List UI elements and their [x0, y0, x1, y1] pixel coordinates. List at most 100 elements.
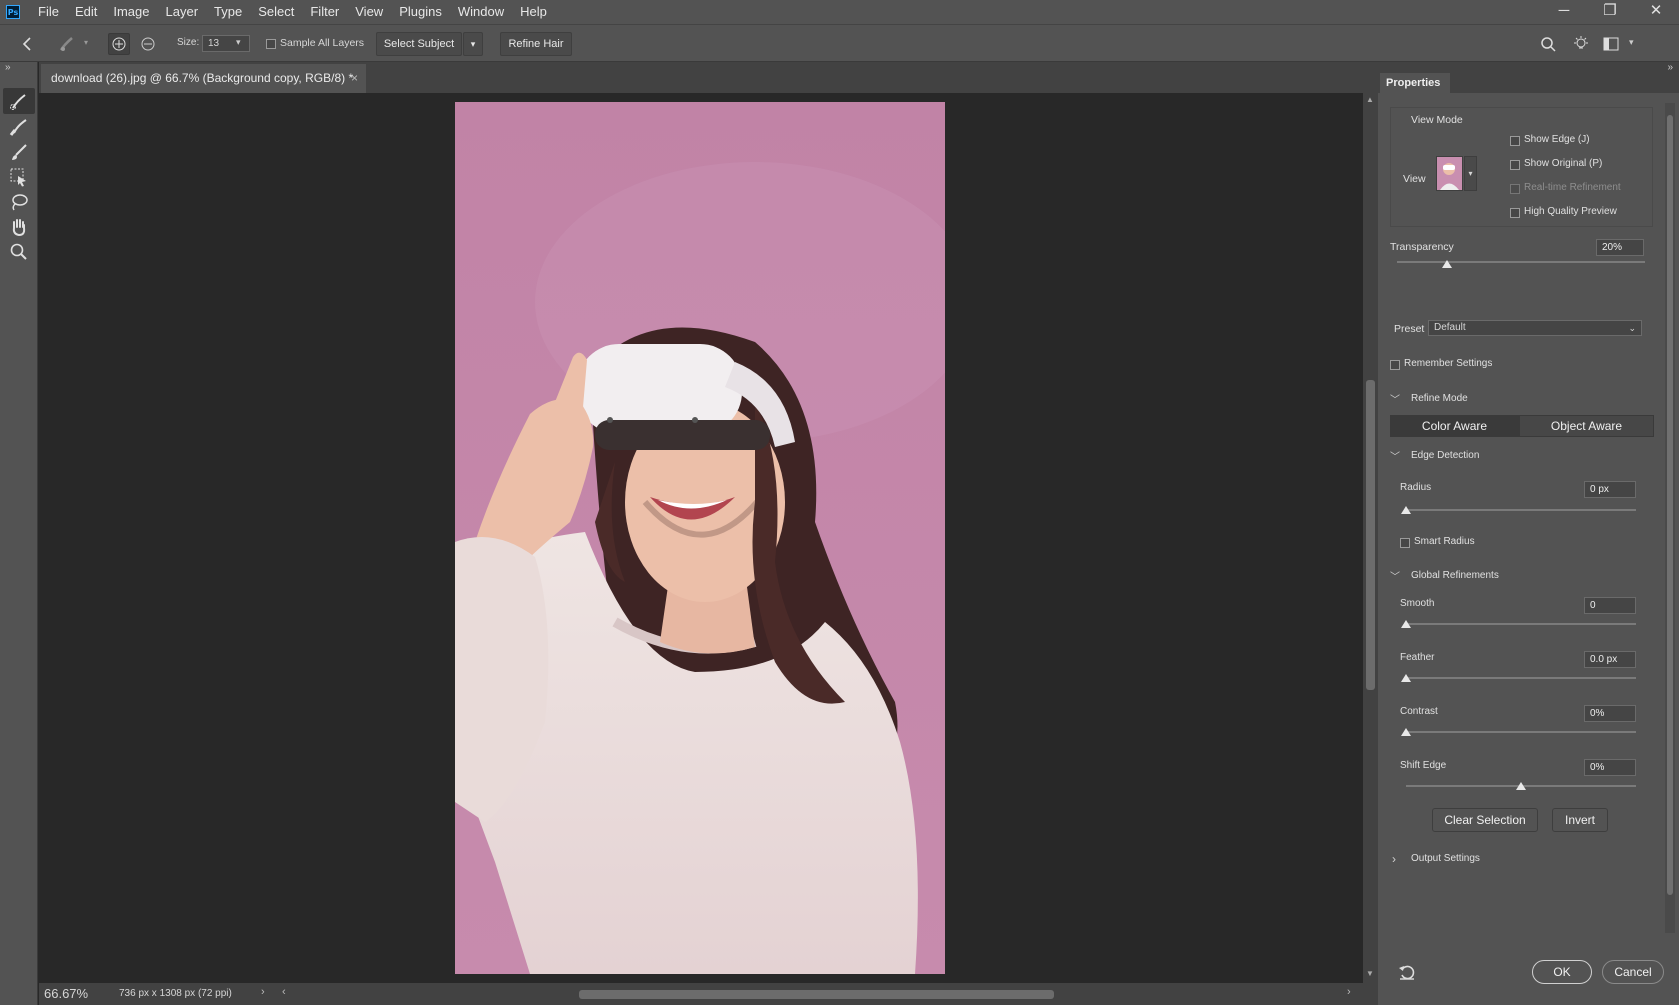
contrast-slider-thumb[interactable] — [1401, 728, 1411, 736]
menu-select[interactable]: Select — [250, 0, 302, 24]
view-dropdown-button[interactable]: ▾ — [1464, 156, 1477, 191]
output-settings-expand-icon[interactable]: › — [1392, 852, 1396, 866]
smart-radius-checkbox[interactable] — [1400, 538, 1410, 548]
minimize-button[interactable]: ─ — [1541, 0, 1587, 24]
search-icon[interactable] — [1540, 36, 1556, 52]
view-label: View — [1403, 173, 1426, 185]
brush-preset-chevron-icon[interactable]: ▾ — [84, 38, 88, 47]
contrast-input[interactable]: 0% — [1584, 705, 1636, 722]
smooth-input[interactable]: 0 — [1584, 597, 1636, 614]
workspace-chevron-icon[interactable]: ▾ — [1629, 37, 1634, 48]
menu-filter[interactable]: Filter — [302, 0, 347, 24]
canvas-vertical-scrollbar[interactable]: ▲ ▼ — [1363, 93, 1378, 983]
collapse-panel-icon[interactable]: » — [5, 62, 11, 73]
select-subject-dropdown-button[interactable]: ▾ — [463, 32, 483, 56]
smooth-slider-thumb[interactable] — [1401, 620, 1411, 628]
workspace-icon[interactable] — [1603, 37, 1619, 51]
size-dropdown-chevron-icon[interactable]: ▾ — [236, 37, 241, 48]
object-selection-tool-button[interactable] — [7, 166, 31, 188]
scroll-up-icon[interactable]: ▲ — [1366, 95, 1374, 104]
edge-detection-collapse-icon[interactable]: ﹀ — [1390, 448, 1400, 463]
shift-edge-slider-thumb[interactable] — [1516, 782, 1526, 790]
transparency-slider-thumb[interactable] — [1441, 260, 1452, 268]
scroll-left-icon[interactable]: ‹ — [282, 986, 286, 998]
menu-file[interactable]: File — [30, 0, 67, 24]
horizontal-scroll-thumb[interactable] — [579, 990, 1054, 999]
reset-icon[interactable] — [1398, 963, 1416, 981]
close-window-button[interactable]: ✕ — [1633, 0, 1679, 24]
select-subject-button[interactable]: Select Subject — [376, 32, 462, 56]
high-quality-preview-checkbox[interactable] — [1510, 208, 1520, 218]
object-aware-button[interactable]: Object Aware — [1519, 415, 1654, 437]
panel-scrollbar[interactable] — [1665, 103, 1675, 933]
close-tab-icon[interactable]: × — [351, 64, 358, 93]
restore-button[interactable]: ❐ — [1587, 0, 1633, 24]
back-arrow-icon[interactable] — [20, 36, 34, 52]
remember-settings-checkbox[interactable] — [1390, 360, 1400, 370]
clear-selection-button[interactable]: Clear Selection — [1432, 808, 1538, 832]
menu-edit[interactable]: Edit — [67, 0, 105, 24]
shift-edge-input[interactable]: 0% — [1584, 759, 1636, 776]
size-value: 13 — [208, 38, 220, 49]
menu-image[interactable]: Image — [105, 0, 157, 24]
circle-plus-icon — [112, 37, 126, 51]
menu-layer[interactable]: Layer — [158, 0, 207, 24]
contrast-slider-track[interactable] — [1406, 731, 1636, 733]
menu-plugins[interactable]: Plugins — [391, 0, 450, 24]
menu-view[interactable]: View — [347, 0, 391, 24]
global-refinements-collapse-icon[interactable]: ﹀ — [1390, 568, 1400, 583]
transparency-input[interactable]: 20% — [1596, 239, 1644, 256]
shift-edge-value: 0% — [1590, 762, 1605, 773]
invert-button[interactable]: Invert — [1552, 808, 1608, 832]
menu-bar: Ps File Edit Image Layer Type Select Fil… — [0, 0, 1679, 24]
lightbulb-icon[interactable] — [1572, 35, 1590, 53]
brush-tool-button[interactable] — [7, 141, 31, 163]
menu-help[interactable]: Help — [512, 0, 555, 24]
radius-input[interactable]: 0 px — [1584, 481, 1636, 498]
transparency-slider-track[interactable] — [1397, 261, 1645, 263]
scroll-right-icon[interactable]: › — [1347, 986, 1351, 998]
subtract-from-selection-icon[interactable] — [139, 35, 157, 53]
document-tab-title: download (26).jpg @ 66.7% (Background co… — [51, 71, 354, 85]
feather-value: 0.0 px — [1590, 654, 1618, 665]
lasso-tool-button[interactable] — [7, 191, 31, 213]
size-input[interactable]: 13 — [202, 35, 250, 52]
feather-slider-thumb[interactable] — [1401, 674, 1411, 682]
color-aware-button[interactable]: Color Aware — [1390, 415, 1519, 437]
feather-input[interactable]: 0.0 px — [1584, 651, 1636, 668]
ok-button[interactable]: OK — [1532, 960, 1592, 984]
sample-all-layers-checkbox[interactable] — [266, 36, 276, 50]
size-label: Size: — [177, 37, 200, 48]
refine-brush-tool-icon[interactable] — [58, 35, 78, 53]
lasso-icon — [12, 194, 28, 211]
cancel-button[interactable]: Cancel — [1602, 960, 1664, 984]
scroll-down-icon[interactable]: ▼ — [1366, 969, 1374, 978]
panel-scroll-thumb[interactable] — [1667, 115, 1673, 895]
contrast-label: Contrast — [1400, 706, 1438, 717]
radius-slider-thumb[interactable] — [1401, 506, 1411, 514]
smooth-slider-track[interactable] — [1406, 623, 1636, 625]
object-selection-icon — [10, 168, 26, 187]
vertical-scroll-thumb[interactable] — [1366, 380, 1375, 690]
quick-selection-tool-button[interactable] — [7, 90, 31, 112]
properties-tab[interactable]: Properties — [1380, 73, 1450, 93]
refine-mode-collapse-icon[interactable]: ﹀ — [1390, 391, 1400, 406]
add-to-selection-button[interactable] — [108, 33, 130, 55]
show-original-checkbox[interactable] — [1510, 160, 1520, 170]
feather-slider-track[interactable] — [1406, 677, 1636, 679]
show-edge-checkbox[interactable] — [1510, 136, 1520, 146]
zoom-tool-button[interactable] — [7, 241, 31, 263]
radius-slider-track[interactable] — [1406, 509, 1636, 511]
menu-window[interactable]: Window — [450, 0, 512, 24]
view-thumbnail[interactable] — [1436, 156, 1463, 191]
menu-type[interactable]: Type — [206, 0, 250, 24]
hand-tool-button[interactable] — [7, 216, 31, 238]
refine-edge-brush-tool-button[interactable] — [7, 116, 31, 138]
high-quality-preview-label: High Quality Preview — [1524, 206, 1617, 217]
document-tab[interactable]: download (26).jpg @ 66.7% (Background co… — [41, 64, 366, 93]
expand-panel-icon[interactable]: » — [1667, 62, 1673, 73]
preset-dropdown[interactable]: Default ⌄ — [1428, 320, 1642, 336]
refine-hair-button[interactable]: Refine Hair — [500, 32, 572, 56]
status-expand-icon[interactable]: › — [261, 986, 265, 998]
zoom-level[interactable]: 66.67% — [44, 986, 88, 1001]
